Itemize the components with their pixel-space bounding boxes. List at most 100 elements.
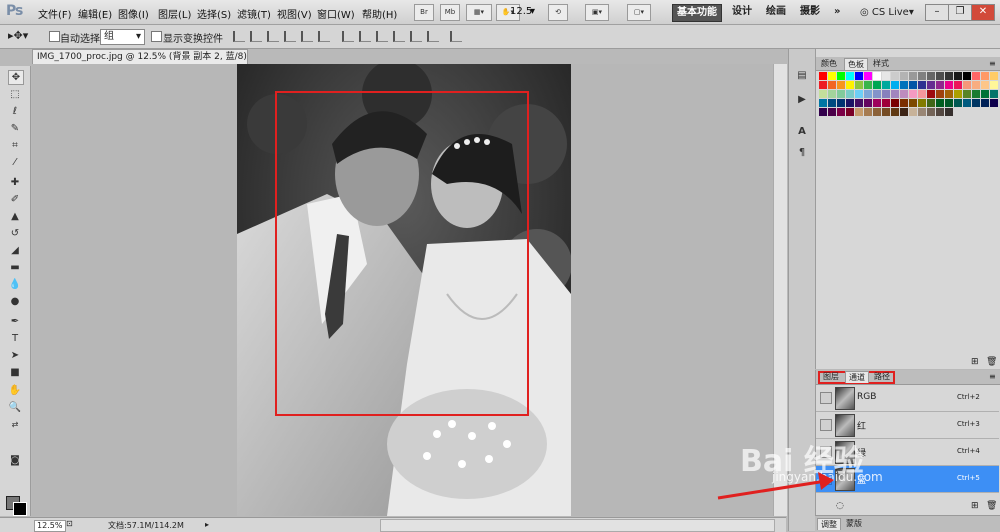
color-swatch[interactable] bbox=[927, 90, 935, 98]
auto-select-target-dropdown[interactable]: 组 ▾ bbox=[100, 29, 145, 45]
color-swatch[interactable] bbox=[936, 99, 944, 107]
color-swatch[interactable] bbox=[954, 72, 962, 80]
color-swatch[interactable] bbox=[837, 72, 845, 80]
color-swatch[interactable] bbox=[828, 81, 836, 89]
color-swatch[interactable] bbox=[927, 99, 935, 107]
move-tool-preset-icon[interactable]: ▸✥▾ bbox=[8, 29, 28, 42]
status-menu-arrow-icon[interactable]: ▸ bbox=[205, 520, 213, 529]
distribute-left-icon[interactable] bbox=[393, 31, 405, 42]
delete-swatch-icon[interactable]: 🗑 bbox=[986, 357, 997, 367]
color-swatch[interactable] bbox=[873, 90, 881, 98]
path-selection-tool-icon[interactable]: ➤ bbox=[8, 349, 22, 362]
mini-bridge-button[interactable]: Mb bbox=[440, 4, 460, 21]
color-swatch[interactable] bbox=[819, 108, 827, 116]
color-swatch[interactable] bbox=[855, 72, 863, 80]
color-swatch[interactable] bbox=[837, 108, 845, 116]
color-swatch[interactable] bbox=[828, 72, 836, 80]
panel-menu-icon[interactable]: ≡ bbox=[986, 58, 999, 69]
type-tool-icon[interactable]: T bbox=[8, 332, 22, 345]
panel-menu-icon[interactable]: ≡ bbox=[986, 371, 999, 382]
color-swatch[interactable] bbox=[981, 99, 989, 107]
marquee-tool-icon[interactable]: ⬚ bbox=[8, 88, 22, 101]
tab-styles[interactable]: 样式 bbox=[870, 58, 892, 69]
color-swatch[interactable] bbox=[882, 81, 890, 89]
color-swatch[interactable] bbox=[900, 99, 908, 107]
color-swatch[interactable] bbox=[819, 72, 827, 80]
color-swatch[interactable] bbox=[900, 81, 908, 89]
color-swatch[interactable] bbox=[864, 81, 872, 89]
history-panel-icon[interactable]: ▤ bbox=[795, 69, 809, 82]
color-swatch[interactable] bbox=[936, 81, 944, 89]
color-swatch[interactable] bbox=[873, 108, 881, 116]
color-swatch[interactable] bbox=[846, 81, 854, 89]
color-swatch[interactable] bbox=[918, 81, 926, 89]
minimize-button[interactable]: – bbox=[925, 4, 949, 21]
color-swatch[interactable] bbox=[990, 72, 998, 80]
color-swatch[interactable] bbox=[837, 90, 845, 98]
color-swatch[interactable] bbox=[909, 72, 917, 80]
document-tab[interactable]: IMG_1700_proc.jpg @ 12.5% (背景 副本 2, 蓝/8)… bbox=[32, 49, 248, 64]
move-tool-icon[interactable]: ✥ bbox=[8, 70, 24, 85]
menu-select[interactable]: 选择(S) bbox=[197, 6, 231, 21]
color-swatch[interactable] bbox=[945, 81, 953, 89]
color-swatch[interactable] bbox=[990, 81, 998, 89]
zoom-level[interactable]: 12.5 bbox=[510, 6, 532, 17]
color-swatch[interactable] bbox=[855, 108, 863, 116]
distribute-right-icon[interactable] bbox=[427, 31, 439, 42]
color-swatch[interactable] bbox=[927, 81, 935, 89]
workspace-more-button[interactable]: » bbox=[830, 4, 844, 20]
blur-tool-icon[interactable]: 💧 bbox=[8, 278, 22, 291]
eyedropper-tool-icon[interactable]: ⁄ bbox=[8, 156, 22, 169]
cs-live-button[interactable]: ◎ CS Live▾ bbox=[860, 7, 914, 18]
swap-colors-icon[interactable]: ⇄ bbox=[8, 418, 22, 431]
color-swatch[interactable] bbox=[963, 72, 971, 80]
align-top-icon[interactable] bbox=[233, 31, 245, 42]
lasso-tool-icon[interactable]: ℓ bbox=[8, 105, 22, 118]
zoom-field[interactable]: 12.5% bbox=[34, 520, 66, 532]
rotate-view-button[interactable]: ⟲ bbox=[548, 4, 568, 21]
color-swatch[interactable] bbox=[819, 81, 827, 89]
align-bottom-icon[interactable] bbox=[267, 31, 279, 42]
color-swatch[interactable] bbox=[864, 108, 872, 116]
color-swatch[interactable] bbox=[882, 108, 890, 116]
color-swatch[interactable] bbox=[972, 72, 980, 80]
arrange-documents-button[interactable]: ▣▾ bbox=[585, 4, 609, 21]
color-swatch[interactable] bbox=[981, 81, 989, 89]
distribute-vcenter-icon[interactable] bbox=[359, 31, 371, 42]
color-swatch[interactable] bbox=[819, 90, 827, 98]
crop-tool-icon[interactable]: ⌗ bbox=[8, 139, 22, 152]
color-swatch[interactable] bbox=[846, 108, 854, 116]
align-hcenter-icon[interactable] bbox=[301, 31, 313, 42]
color-swatch[interactable] bbox=[873, 72, 881, 80]
tab-swatches[interactable]: 色板 bbox=[844, 58, 868, 70]
color-swatch[interactable] bbox=[990, 90, 998, 98]
color-swatch[interactable] bbox=[855, 90, 863, 98]
color-swatch[interactable] bbox=[981, 72, 989, 80]
align-left-icon[interactable] bbox=[284, 31, 296, 42]
shape-tool-icon[interactable]: ■ bbox=[8, 366, 22, 379]
restore-button[interactable]: ❐ bbox=[948, 4, 972, 21]
quick-mask-icon[interactable]: ◙ bbox=[8, 454, 22, 467]
delete-channel-icon[interactable]: 🗑 bbox=[986, 501, 997, 511]
distribute-hcenter-icon[interactable] bbox=[410, 31, 422, 42]
color-swatch[interactable] bbox=[828, 99, 836, 107]
color-swatch[interactable] bbox=[891, 90, 899, 98]
align-right-icon[interactable] bbox=[318, 31, 330, 42]
horizontal-scrollbar[interactable] bbox=[380, 519, 775, 532]
workspace-essentials[interactable]: 基本功能 bbox=[672, 4, 722, 22]
color-swatch[interactable] bbox=[864, 99, 872, 107]
eraser-tool-icon[interactable]: ◢ bbox=[8, 244, 22, 257]
color-swatch[interactable] bbox=[954, 90, 962, 98]
color-swatch[interactable] bbox=[891, 99, 899, 107]
history-brush-tool-icon[interactable]: ↺ bbox=[8, 227, 22, 240]
color-swatch[interactable] bbox=[936, 108, 944, 116]
color-swatch[interactable] bbox=[963, 81, 971, 89]
character-panel-icon[interactable]: A bbox=[795, 125, 809, 138]
workspace-design[interactable]: 设计 bbox=[728, 4, 756, 20]
color-swatch[interactable] bbox=[972, 90, 980, 98]
color-swatch[interactable] bbox=[981, 90, 989, 98]
menu-help[interactable]: 帮助(H) bbox=[362, 6, 397, 21]
color-swatch[interactable] bbox=[945, 99, 953, 107]
tab-masks[interactable]: 蒙版 bbox=[843, 518, 865, 529]
auto-align-layers-icon[interactable] bbox=[450, 31, 462, 42]
